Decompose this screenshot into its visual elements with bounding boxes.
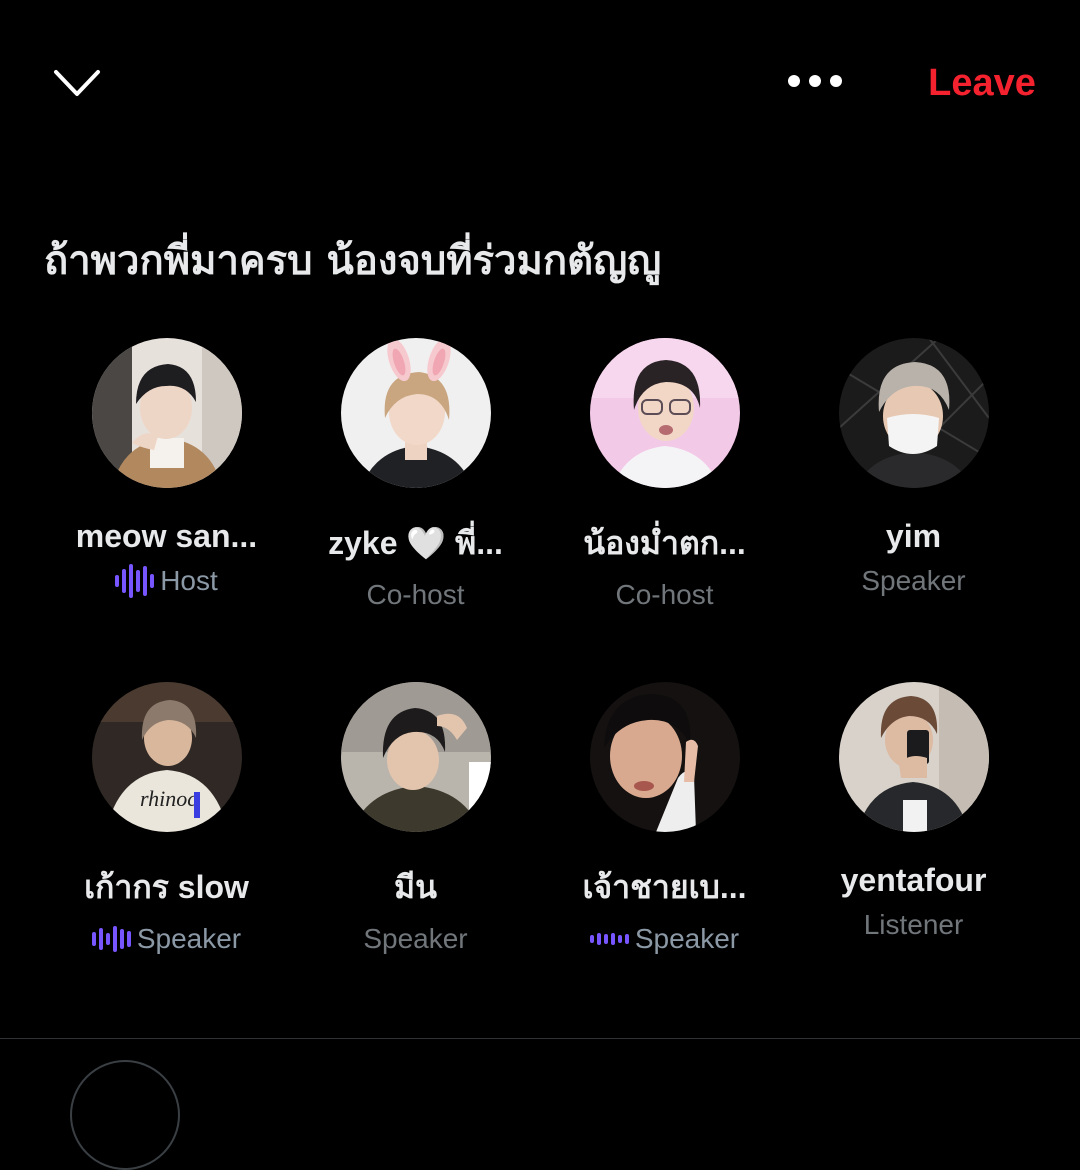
participant-name: มีน [394, 869, 437, 905]
more-dot [809, 75, 821, 87]
participant-name: เก้ากร slow [84, 869, 249, 905]
participant-tile[interactable]: น้องม่ำตก... Co-host [540, 338, 789, 682]
participant-tile[interactable]: มีน Speaker [291, 682, 540, 1026]
participant-role: Co-host [366, 579, 465, 610]
participant-role-row: Co-host [615, 575, 713, 615]
leave-button[interactable]: Leave [912, 58, 1052, 108]
more-options-button[interactable] [776, 58, 854, 104]
divider [0, 1038, 1080, 1039]
participant-tile[interactable]: เจ้าชายเบ... Speaker [540, 682, 789, 1026]
participant-name: น้องม่ำตก... [583, 525, 746, 561]
collapse-button[interactable] [48, 58, 106, 108]
avatar[interactable] [340, 682, 491, 832]
avatar[interactable] [589, 682, 740, 832]
audio-wave-icon [589, 922, 629, 956]
participant-name: yentafour [840, 862, 987, 898]
participant-role-row: Speaker [589, 919, 740, 959]
more-horizontal-icon [788, 75, 800, 87]
participant-tile[interactable]: yentafour Listener [789, 682, 1038, 1026]
participant-role-row: Co-host [366, 575, 464, 615]
space-header: Leave [0, 0, 1080, 170]
avatar[interactable] [340, 338, 491, 488]
chevron-down-icon [54, 70, 100, 96]
avatar[interactable]: rhinoc [91, 682, 242, 832]
participant-role: Co-host [615, 579, 714, 610]
space-title: ถ้าพวกพี่มาครบ น้องจบที่ร่วมกตัญญู [44, 238, 662, 284]
participant-tile[interactable]: yim Speaker [789, 338, 1038, 682]
participant-role: Speaker [136, 923, 242, 954]
participant-name: yim [885, 518, 942, 554]
participant-name: เจ้าชายเบ... [582, 869, 747, 905]
audio-wave-icon [91, 922, 131, 956]
participant-name: meow san... [75, 518, 258, 554]
svg-text:rhinoc: rhinoc [140, 786, 197, 811]
participant-role-row: Speaker [861, 561, 965, 601]
participant-role-row: Host [115, 561, 218, 601]
avatar[interactable] [91, 338, 242, 488]
participant-tile[interactable]: meow san... Host [42, 338, 291, 682]
participant-tile[interactable]: zyke 🤍 พี่... Co-host [291, 338, 540, 682]
avatar[interactable] [838, 338, 989, 488]
participant-role-row: Listener [864, 905, 964, 945]
participant-role: Listener [863, 909, 964, 940]
participant-tile[interactable]: rhinoc เก้ากร slow Speaker [42, 682, 291, 1026]
participant-role: Speaker [363, 923, 468, 954]
more-dot [830, 75, 842, 87]
participant-role-row: Speaker [363, 919, 467, 959]
participant-role: Speaker [634, 923, 740, 954]
avatar[interactable] [589, 338, 740, 488]
audio-wave-icon [115, 564, 155, 598]
participant-role-row: Speaker [91, 919, 242, 959]
participants-grid: meow san... Host zyke 🤍 พี่... Co-host น… [42, 338, 1038, 1026]
mic-button[interactable] [70, 1060, 180, 1170]
participant-role: Speaker [861, 565, 966, 596]
avatar[interactable] [838, 682, 989, 832]
participant-name: zyke 🤍 พี่... [328, 525, 503, 561]
participant-role: Host [160, 565, 218, 596]
